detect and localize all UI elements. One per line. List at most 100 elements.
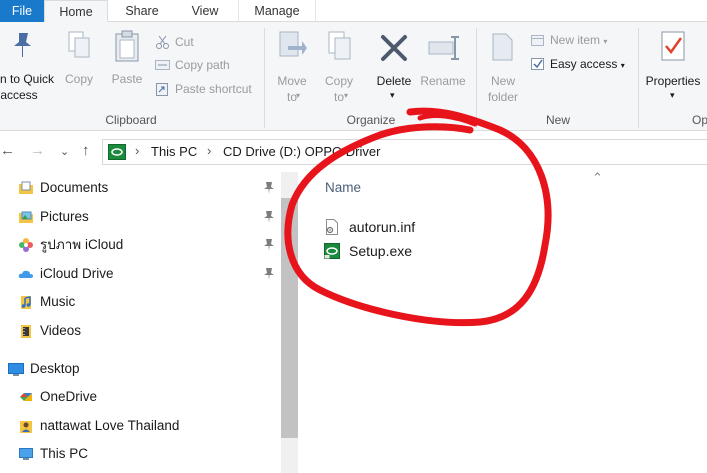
pin-icon [264,239,274,251]
nav-item-pictures[interactable]: Pictures [0,203,280,231]
chevron-down-icon: ▾ [620,61,625,70]
rename-icon [428,36,459,60]
pin-icon [264,211,274,223]
setup-app-icon [324,243,340,259]
move-to-icon [279,31,307,57]
computer-icon [19,448,33,460]
new-item-button[interactable]: New item ▾ [530,30,607,50]
icloud-drive-icon [18,270,33,278]
address-bar-row: ← → ⌄ ↑ › This PC › CD Drive (D:) OPPO D… [0,134,707,170]
tab-view[interactable]: View [174,0,236,22]
onedrive-icon [20,393,32,401]
copy-path-button[interactable]: Copy path [155,55,230,75]
videos-icon [21,325,31,338]
ribbon-divider [638,28,639,128]
forward-arrow-icon[interactable]: → [30,142,45,159]
nav-scrollbar[interactable] [281,172,298,473]
file-list: ⌃ Name autorun.inf Setup.exe [300,170,707,473]
desktop-icon [8,363,24,376]
delete-x-icon [381,35,407,61]
copy-to-label-line2: to [333,90,344,104]
nav-item-documents[interactable]: Documents [0,174,280,202]
nav-item-label: Music [40,294,76,309]
tab-home[interactable]: Home [44,0,108,23]
nav-item-label: nattawat Love Thailand [40,418,180,433]
cut-label: Cut [175,35,194,49]
move-to-label-line2: to [286,90,297,104]
icloud-photos-icon [19,238,33,252]
paste-shortcut-label: Paste shortcut [175,82,252,96]
nav-item-label: Documents [40,180,109,195]
delete-label: Delete [376,74,412,88]
properties-icon [661,31,685,61]
scissors-icon [156,35,169,49]
back-arrow-icon[interactable]: ← [0,142,15,159]
easy-access-label: Easy access [550,57,618,71]
copy-icon [68,31,90,58]
clipboard-icon [115,30,139,62]
ribbon-tabbar: File Home Share View Manage [0,0,707,23]
nav-item-user-folder[interactable]: nattawat Love Thailand [0,412,280,440]
ribbon-divider [476,28,477,128]
nav-item-icloud-drive[interactable]: iCloud Drive [0,260,280,288]
nav-scrollbar-thumb[interactable] [281,198,298,438]
paste-shortcut-button[interactable]: Paste shortcut [155,79,252,99]
breadcrumb-drive[interactable]: CD Drive (D:) OPPO Driver [223,144,380,159]
recent-locations-chevron-icon[interactable]: ⌄ [60,145,69,158]
breadcrumb-this-pc[interactable]: This PC [151,144,197,159]
pin-label-line1: n to Quick [0,72,55,86]
paste-label: Paste [111,72,143,86]
copy-to-icon [328,31,351,60]
nav-item-label: This PC [40,446,89,461]
nav-item-label: รูปภาพ iCloud [40,237,124,252]
nav-item-label: Desktop [30,361,80,376]
move-to-label-line1: Move [277,74,307,88]
nav-item-onedrive[interactable]: OneDrive [0,383,280,411]
copy-path-label: Copy path [175,58,230,72]
tab-manage[interactable]: Manage [238,0,316,22]
cut-button[interactable]: Cut [155,32,194,52]
new-folder-icon [492,33,513,61]
breadcrumb-separator-icon[interactable]: › [207,143,211,158]
tab-file[interactable]: File [0,0,44,22]
new-folder-label-line1: New [490,74,515,88]
up-arrow-icon[interactable]: ↑ [82,142,90,159]
nav-item-this-pc[interactable]: This PC [0,440,280,468]
properties-label: Properties [645,74,701,88]
documents-icon [19,181,33,194]
user-folder-icon [20,421,32,433]
pictures-icon [19,211,33,223]
new-item-icon [531,35,544,46]
nav-item-label: Pictures [40,209,89,224]
chevron-down-icon: ▾ [390,90,395,100]
file-name: Setup.exe [349,243,413,259]
ribbon: n to Quick access Copy Paste Cut Copy pa… [0,22,707,131]
column-header-name[interactable]: Name [325,180,361,195]
open-group-label: Op [692,113,707,127]
easy-access-button[interactable]: Easy access ▾ [530,54,625,74]
new-folder-label-line2: folder [487,90,519,104]
paste-shortcut-icon [156,83,168,96]
nav-item-label: Videos [40,323,82,338]
nav-item-videos[interactable]: Videos [0,317,280,345]
address-box[interactable]: › This PC › CD Drive (D:) OPPO Driver [102,139,707,165]
new-item-label: New item [550,33,601,47]
nav-item-desktop[interactable]: Desktop [0,355,280,383]
tab-share[interactable]: Share [110,0,174,22]
settings-file-icon [326,219,338,235]
pin-icon [264,268,274,280]
breadcrumb-separator-icon[interactable]: › [135,143,139,158]
organize-group-label: Organize [346,113,396,127]
pin-icon [264,182,274,194]
chevron-down-icon: ▾ [344,91,349,100]
new-group-label: New [545,113,570,127]
navigation-pane: Documents Pictures รูปภาพ iCloud iCloud … [0,172,280,473]
nav-item-music[interactable]: Music [0,288,280,316]
copy-label: Copy [64,72,93,86]
cd-drive-icon [108,144,126,160]
file-name: autorun.inf [349,219,416,235]
easy-access-icon [531,58,544,70]
nav-item-label: OneDrive [40,389,98,404]
copy-path-icon [155,60,170,70]
nav-item-icloud-photos[interactable]: รูปภาพ iCloud [0,231,280,259]
